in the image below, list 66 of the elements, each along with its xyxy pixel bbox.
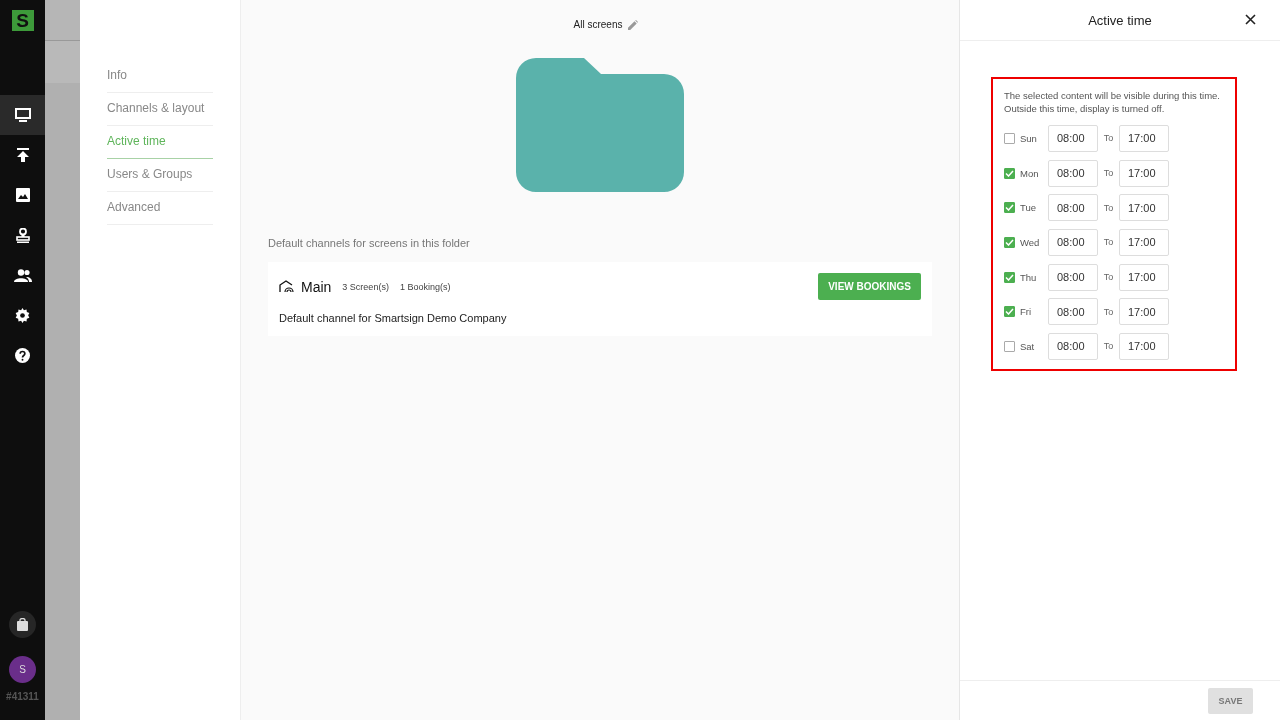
day-checkbox[interactable]: [1004, 202, 1015, 214]
panel-title: Active time: [1088, 12, 1152, 28]
start-time-field[interactable]: 08:00: [1048, 263, 1098, 291]
folder-name: All screens: [573, 19, 623, 30]
end-time-field[interactable]: 17:00: [1119, 332, 1169, 360]
end-time-field[interactable]: 17:00: [1119, 298, 1169, 326]
settings-icon: [15, 307, 30, 323]
end-time-field[interactable]: 17:00: [1119, 263, 1169, 291]
screen-count: 3 Screen(s): [342, 281, 389, 292]
to-label: To: [1102, 341, 1115, 352]
end-time-field[interactable]: 17:00: [1119, 124, 1169, 152]
dimmed-toolbar: [45, 41, 80, 83]
day-label: Sun: [1020, 132, 1038, 144]
to-label: To: [1102, 272, 1115, 283]
nav-item[interactable]: Advanced: [107, 192, 213, 225]
day-label: Tue: [1020, 202, 1038, 214]
sidebar-item[interactable]: [0, 95, 45, 135]
broadcast-home-icon: [279, 280, 295, 293]
day-checkbox[interactable]: [1004, 132, 1015, 144]
start-time-field[interactable]: 08:00: [1048, 124, 1098, 152]
end-time-field[interactable]: 17:00: [1119, 159, 1169, 187]
start-time-field[interactable]: 08:00: [1048, 332, 1098, 360]
close-icon[interactable]: [1245, 14, 1256, 25]
user-avatar[interactable]: S: [9, 656, 36, 683]
upload-icon: [16, 148, 29, 162]
end-time-field[interactable]: 17:00: [1119, 228, 1169, 256]
folder-icon: [516, 58, 684, 192]
to-label: To: [1102, 202, 1115, 213]
to-label: To: [1102, 168, 1115, 179]
intro-text: The selected content will be visible during this time. Outside this time, display is turned off.: [1004, 89, 1221, 115]
channel-name: Main: [301, 278, 332, 295]
day-checkbox[interactable]: [1004, 340, 1015, 352]
dimmed-header-bar: [45, 0, 80, 41]
edit-icon[interactable]: [628, 19, 639, 30]
day-label: Wed: [1020, 236, 1041, 248]
nav-item[interactable]: Users & Groups: [107, 159, 213, 192]
users-icon: [13, 268, 32, 282]
section-heading: Default channels for screens in this folder: [268, 237, 471, 249]
day-label: Mon: [1020, 167, 1040, 179]
channel-description: Default channel for Smartsign Demo Company: [279, 312, 508, 324]
account-id: #41311: [6, 691, 39, 702]
monitor-icon: [14, 108, 31, 122]
help-icon: [15, 347, 30, 363]
app-logo[interactable]: S: [11, 10, 34, 31]
to-label: To: [1102, 237, 1115, 248]
start-time-field[interactable]: 08:00: [1048, 159, 1098, 187]
to-label: To: [1102, 306, 1115, 317]
stamp-icon: [15, 227, 30, 243]
start-time-field[interactable]: 08:00: [1048, 194, 1098, 222]
day-checkbox[interactable]: [1004, 236, 1015, 248]
to-label: To: [1102, 133, 1115, 144]
nav-item[interactable]: Info: [107, 60, 213, 93]
shop-button[interactable]: [9, 611, 36, 638]
bag-icon: [17, 618, 28, 631]
start-time-field[interactable]: 08:00: [1048, 298, 1098, 326]
end-time-field[interactable]: 17:00: [1119, 194, 1169, 222]
image-icon: [15, 188, 30, 202]
day-checkbox[interactable]: [1004, 167, 1015, 179]
day-checkbox[interactable]: [1004, 271, 1015, 283]
day-label: Sat: [1020, 340, 1036, 352]
day-label: Fri: [1020, 306, 1033, 318]
start-time-field[interactable]: 08:00: [1048, 228, 1098, 256]
day-label: Thu: [1020, 271, 1038, 283]
day-checkbox[interactable]: [1004, 306, 1015, 318]
booking-count: 1 Booking(s): [399, 281, 451, 292]
nav-item[interactable]: Channels & layout: [107, 93, 213, 126]
